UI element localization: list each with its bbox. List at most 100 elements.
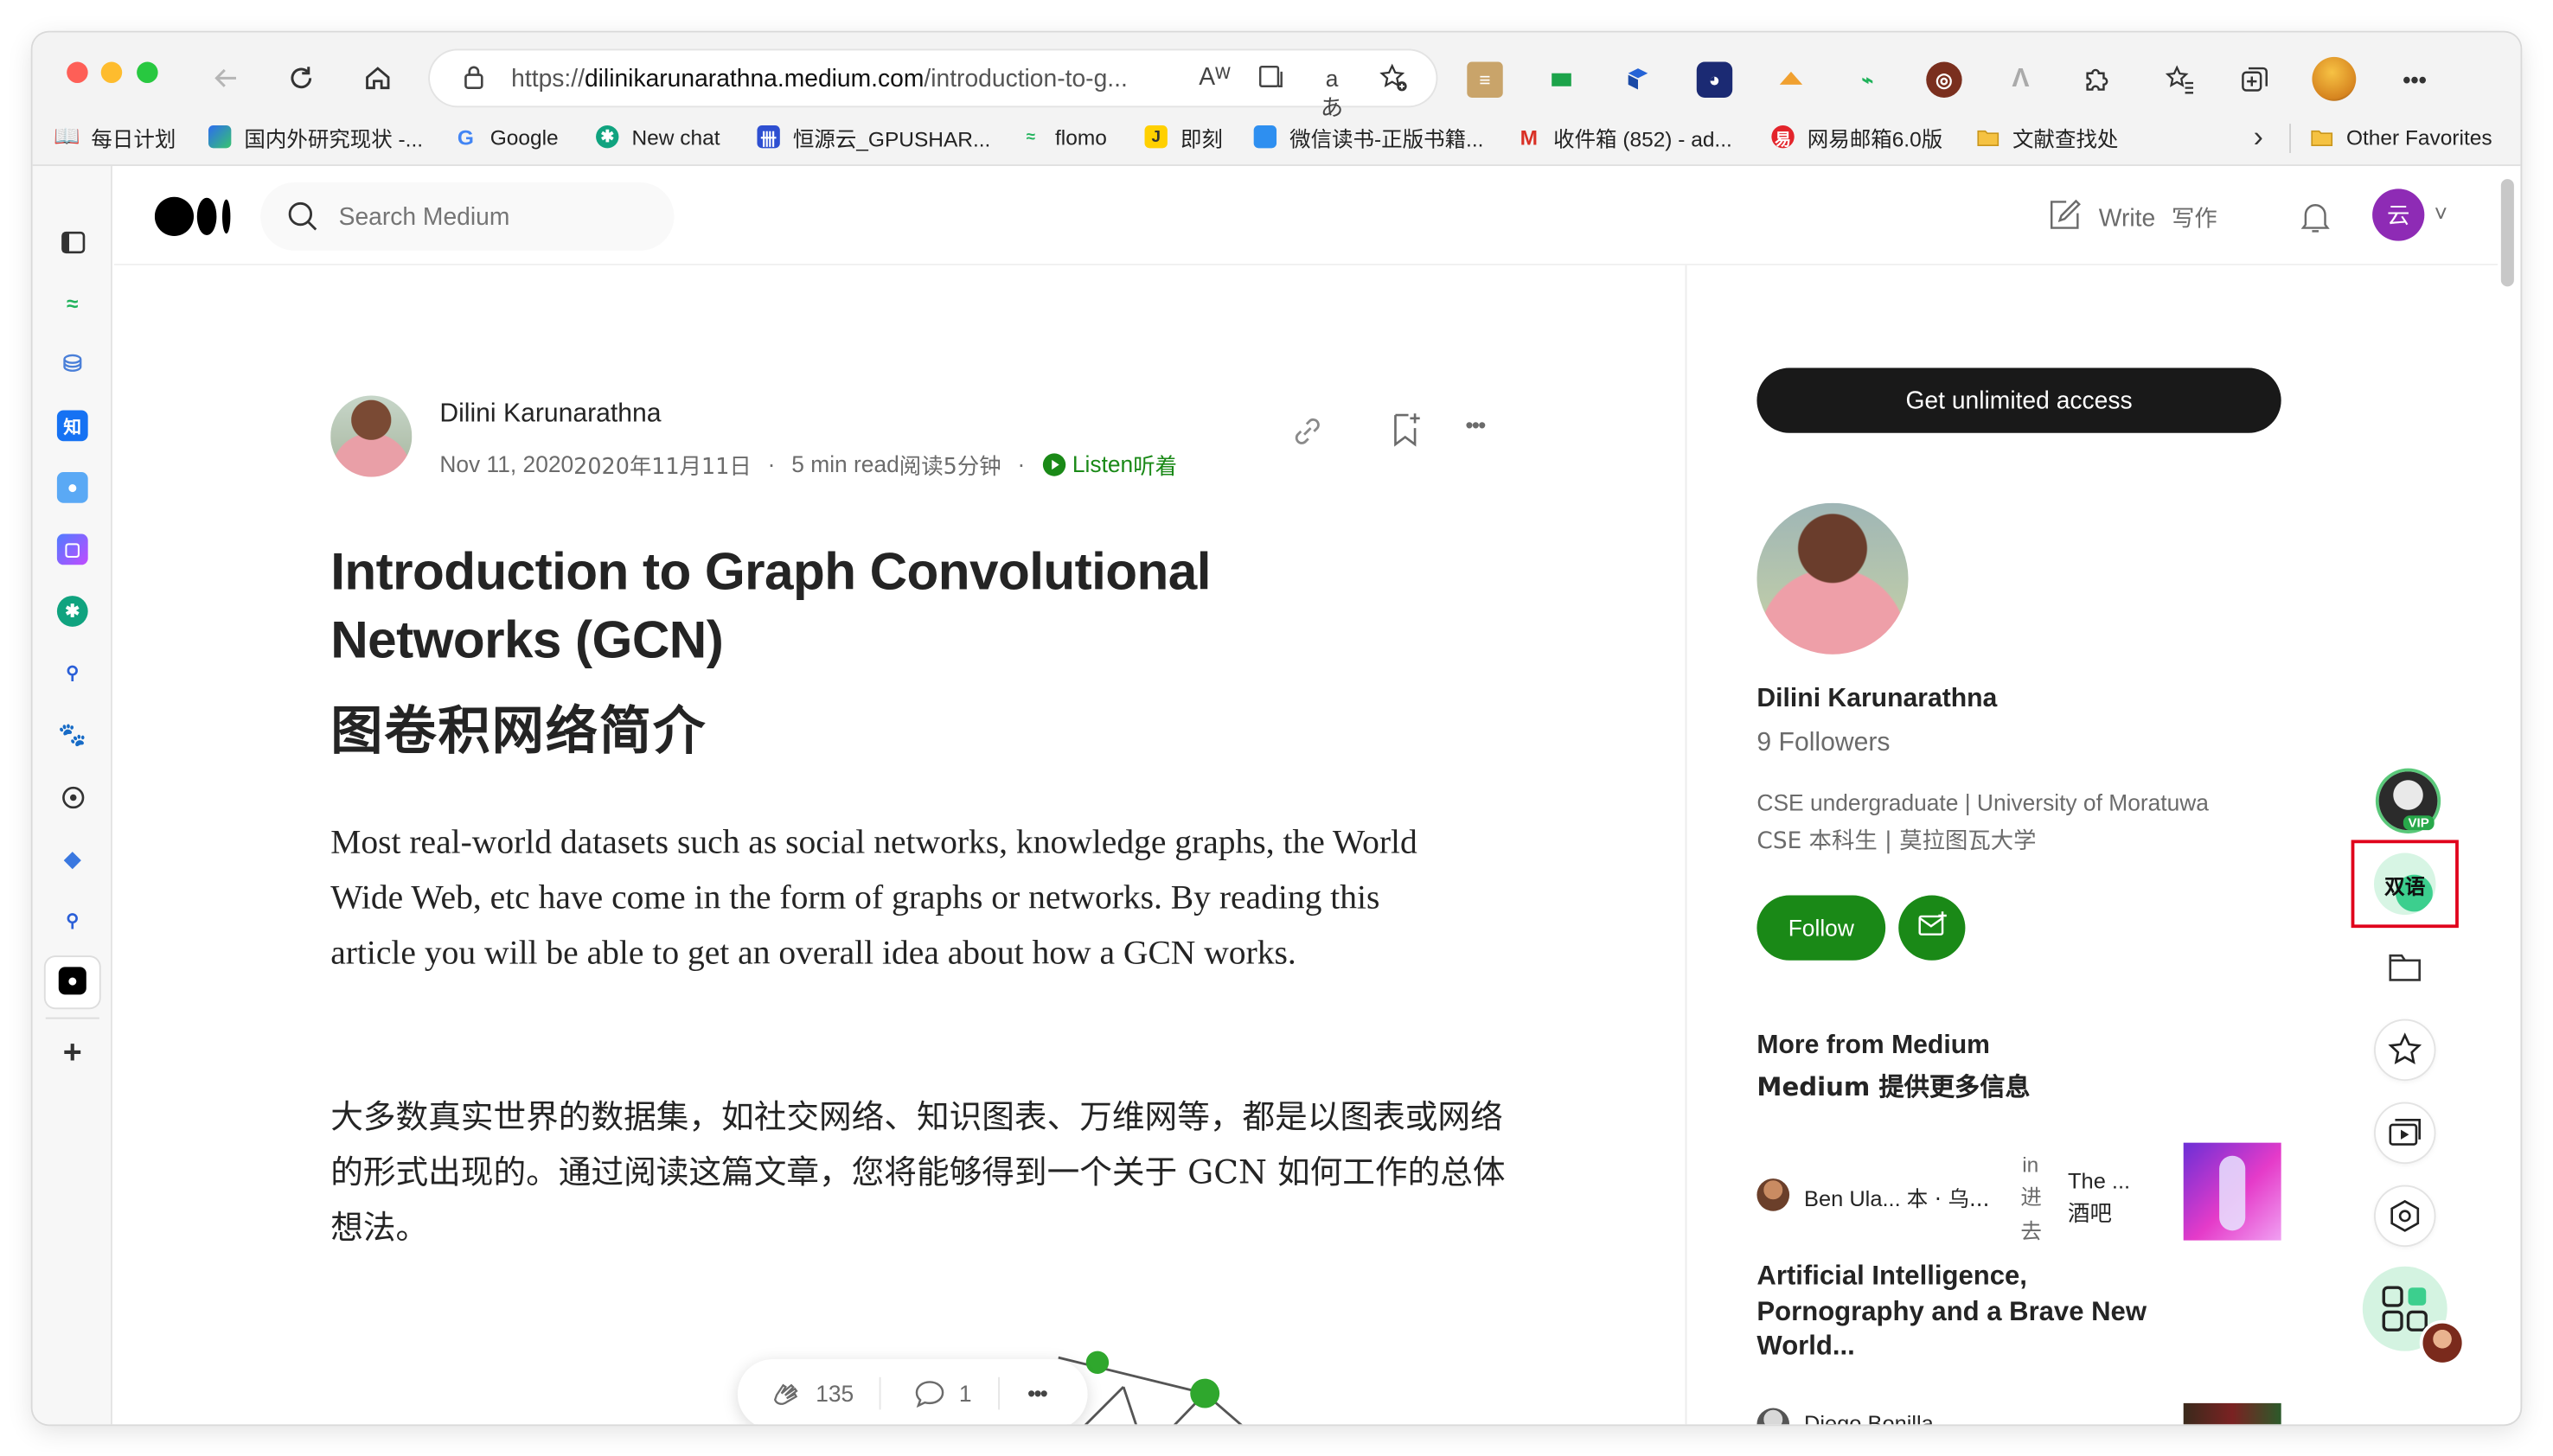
extension-flag-icon[interactable] xyxy=(1544,62,1579,98)
extension-face-icon[interactable]: ◕ xyxy=(1696,61,1733,98)
lock-icon[interactable] xyxy=(457,63,490,93)
bookmark-item[interactable]: M 收件箱 (852) - ad... xyxy=(1518,120,1732,153)
more-menu-icon[interactable]: ••• xyxy=(2396,62,2432,98)
scrollbar-thumb[interactable] xyxy=(2500,179,2514,287)
folder-open-icon[interactable] xyxy=(2369,931,2441,1003)
card-author-name[interactable]: Ben Ula... 本 · 乌... xyxy=(1804,1182,1989,1212)
back-icon[interactable] xyxy=(207,59,246,98)
sidebar-app-icon[interactable]: ▢ xyxy=(56,533,88,565)
search-bar[interactable] xyxy=(260,182,675,251)
card-author-avatar[interactable] xyxy=(1756,1408,1790,1425)
card-title[interactable]: Artificial Intelligence, Pornography and… xyxy=(1756,1260,2147,1364)
reader-view-icon[interactable] xyxy=(1257,63,1289,93)
bookmark-item[interactable]: 文献查找处 xyxy=(1977,120,2118,153)
favorites-icon[interactable] xyxy=(2162,62,2198,98)
publish-date: Nov 11, 2020 xyxy=(439,450,574,477)
folder-icon xyxy=(1977,125,2000,148)
sidebar-drop-icon[interactable]: ● xyxy=(56,471,88,503)
bookmark-item[interactable]: 卌恒源云_GPUSHAR... xyxy=(757,120,990,153)
url-text[interactable]: https://dilinikarunarathna.medium.com/in… xyxy=(511,65,1128,93)
bookmark-item[interactable]: 易网易邮箱6.0版 xyxy=(1771,120,1942,153)
bookmark-item[interactable]: 微信读书-正版书籍... xyxy=(1253,120,1483,153)
minimize-window-button[interactable] xyxy=(100,61,123,84)
more-actions-icon[interactable]: ••• xyxy=(1465,412,1486,437)
listen-button[interactable]: Listen 听着 xyxy=(1041,448,1177,480)
sidebar-cap-icon[interactable]: ⛁ xyxy=(57,348,88,380)
settings-hex-icon[interactable] xyxy=(2369,1180,2441,1252)
star-favorite-icon[interactable] xyxy=(2369,1014,2441,1086)
profile-avatar[interactable] xyxy=(2312,56,2357,101)
bookmark-item[interactable]: J 即刻 xyxy=(1144,120,1223,153)
article-title: Introduction to Graph Convolutional Netw… xyxy=(330,541,1211,669)
read-aloud-icon[interactable]: Aᵂ xyxy=(1199,63,1232,93)
sidebar-medium-icon[interactable]: ● xyxy=(58,967,86,995)
user-avatar[interactable]: 云 xyxy=(2372,188,2425,241)
sidebar-add-icon[interactable]: + xyxy=(57,1035,88,1070)
zoom-window-button[interactable] xyxy=(137,61,158,84)
sidebar-diamond-icon[interactable]: ◆ xyxy=(57,843,88,874)
author-avatar[interactable] xyxy=(330,395,413,477)
follower-count[interactable]: 9 Followers xyxy=(1756,729,1890,758)
search-input[interactable] xyxy=(338,200,649,233)
comment-icon[interactable] xyxy=(913,1377,946,1414)
bookmark-item[interactable]: 📖 每日计划 xyxy=(54,120,176,153)
address-bar[interactable]: https://dilinikarunarathna.medium.com/in… xyxy=(430,50,1436,120)
medium-logo[interactable] xyxy=(154,195,236,246)
card-thumbnail[interactable] xyxy=(2183,1402,2281,1425)
weread-icon xyxy=(1253,125,1277,149)
google-icon: G xyxy=(457,125,474,150)
card-thumbnail[interactable] xyxy=(2183,1142,2281,1241)
bookmark-item[interactable]: G Google xyxy=(454,120,559,153)
bilingual-button[interactable]: 双语 xyxy=(2369,848,2441,920)
sidebar-chatgpt-icon[interactable]: ✱ xyxy=(56,596,88,627)
sidebar-search-icon[interactable]: ⚲ xyxy=(57,658,88,689)
card-publication[interactable]: The ... 酒吧 xyxy=(2068,1164,2130,1232)
more-from-medium-heading: More from Medium xyxy=(1756,1031,1990,1060)
sidebar-openai-icon[interactable] xyxy=(57,782,88,813)
follow-button[interactable]: Follow xyxy=(1756,895,1886,961)
collections-icon[interactable] xyxy=(2237,62,2273,98)
copy-link-icon[interactable] xyxy=(1289,413,1325,457)
subscribe-button[interactable] xyxy=(1898,895,1966,961)
extension-avatar[interactable]: VIP xyxy=(2372,765,2444,837)
card-author-avatar[interactable] xyxy=(1756,1178,1790,1211)
sidebar-flomo-icon[interactable]: ≈ xyxy=(57,288,88,319)
author-name[interactable]: Dilini Karunarathna xyxy=(439,400,661,430)
extension-food-icon[interactable] xyxy=(1773,62,1808,98)
clap-icon[interactable] xyxy=(767,1377,803,1418)
bookmark-item[interactable]: ≈ flomo xyxy=(1020,120,1107,153)
sidebar-search-icon[interactable]: ⚲ xyxy=(57,905,88,936)
apps-button-circle xyxy=(2362,1266,2462,1363)
card-author-name[interactable]: Diego Bonilla xyxy=(1804,1411,1934,1424)
more-bookmarks-chevron-icon[interactable]: › xyxy=(2254,119,2263,153)
bookmark-add-icon[interactable] xyxy=(1387,410,1423,457)
bookmark-item[interactable]: ✱ New chat xyxy=(596,120,720,153)
bilingual-label: 双语 xyxy=(2373,853,2436,916)
reload-icon[interactable] xyxy=(282,59,321,98)
avatar-caret-icon[interactable]: ˅ xyxy=(2435,201,2447,227)
extension-notebook-icon[interactable]: ≡ xyxy=(1467,61,1503,98)
other-favorites[interactable]: Other Favorites xyxy=(2311,120,2492,153)
add-favorite-icon[interactable] xyxy=(1378,63,1411,93)
notifications-bell-icon[interactable] xyxy=(2296,197,2335,245)
author-profile-photo[interactable] xyxy=(1756,502,1909,655)
apps-grid-icon[interactable] xyxy=(2362,1266,2462,1363)
sidebar-author-name[interactable]: Dilini Karunarathna xyxy=(1756,686,1997,715)
extension-cube-icon[interactable] xyxy=(1620,62,1655,98)
extension-a-icon[interactable]: Λ xyxy=(2003,62,2038,98)
sidebar-toggle-icon[interactable] xyxy=(57,227,88,258)
read-time: 5 min read xyxy=(791,450,899,477)
video-play-icon[interactable] xyxy=(2369,1097,2441,1169)
bookmark-item[interactable]: 国内外研究现状 -... xyxy=(208,120,423,153)
extensions-puzzle-icon[interactable] xyxy=(2077,62,2113,98)
extension-ring-icon[interactable]: ◎ xyxy=(1926,61,1962,98)
home-icon[interactable] xyxy=(358,59,397,98)
close-window-button[interactable] xyxy=(67,61,88,84)
more-actions-icon[interactable]: ••• xyxy=(1027,1381,1048,1407)
get-unlimited-access-button[interactable]: Get unlimited access xyxy=(1756,367,2281,433)
write-button[interactable]: Write 写作 xyxy=(2047,197,2217,239)
translate-icon[interactable]: aあ xyxy=(1315,63,1348,120)
sidebar-zhihu-icon[interactable]: 知 xyxy=(56,410,88,442)
extension-link-icon[interactable]: ⌁ xyxy=(1850,62,1885,98)
sidebar-baidu-icon[interactable]: 🐾 xyxy=(57,719,88,750)
